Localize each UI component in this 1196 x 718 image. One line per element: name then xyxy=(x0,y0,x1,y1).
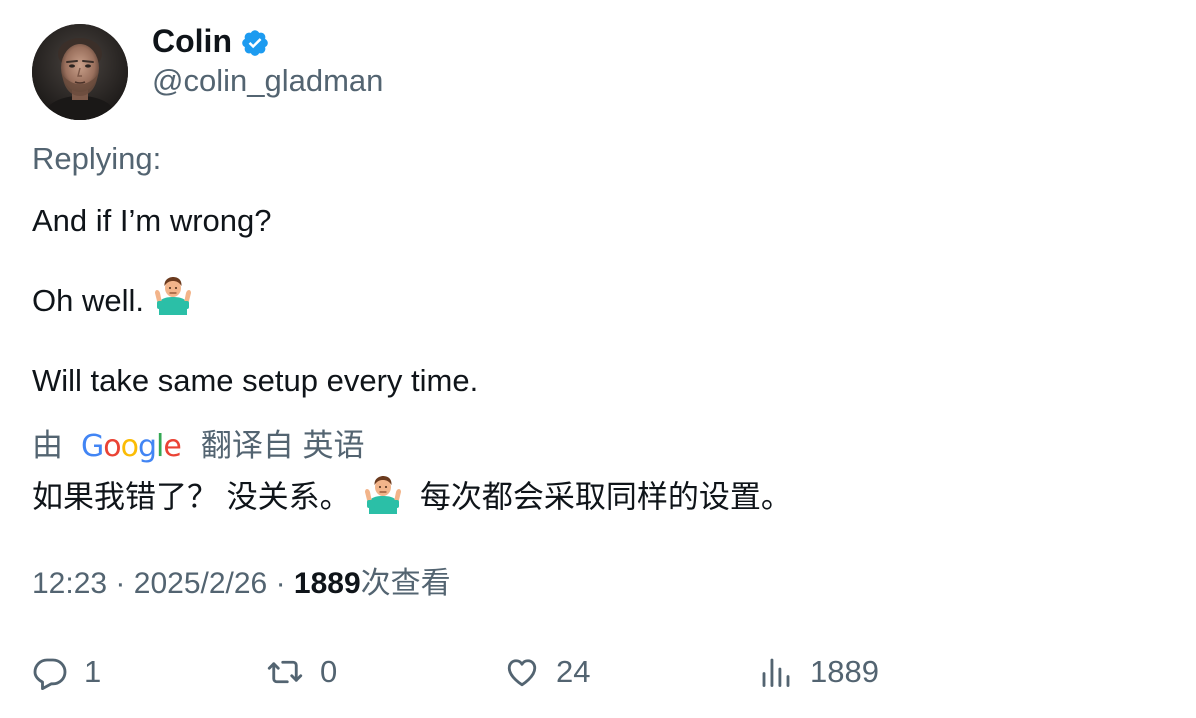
verified-badge-icon xyxy=(240,28,270,58)
author-handle[interactable]: @colin_gladman xyxy=(152,62,383,100)
reply-icon xyxy=(33,658,67,690)
tweet-card: Colin @colin_gladman Replying: And if I’… xyxy=(0,0,1196,718)
translated-text: 如果我错了？ 没关系。 每次都会采取同样的设置。 xyxy=(32,474,792,525)
tweet-text-line-3: Will take same setup every time. xyxy=(32,363,479,398)
tweet-actions: 1 0 24 1889 xyxy=(0,648,1196,696)
tweet-meta: 12:23 · 2025/2/26 · 1889次查看 xyxy=(32,564,451,604)
retweet-icon xyxy=(267,660,303,684)
retweet-count: 0 xyxy=(320,654,338,689)
translated-text-part-1: 如果我错了？ 没关系。 xyxy=(32,479,351,515)
meta-separator: · xyxy=(275,567,286,600)
man-shrugging-emoji-icon xyxy=(153,275,193,325)
tweet-text-line-1: And if I’m wrong? xyxy=(32,203,272,238)
tweet-text-line-2: Oh well. xyxy=(32,277,193,325)
views-count: 1889 xyxy=(293,567,361,600)
translated-by-row: 由 Google 翻译自 英语 xyxy=(32,426,364,466)
views-total: 1889 xyxy=(810,654,879,689)
translated-from-language: 翻译自 英语 xyxy=(200,428,365,463)
avatar[interactable] xyxy=(32,24,128,120)
author-display-name[interactable]: Colin xyxy=(152,22,232,60)
retweet-button[interactable]: 0 xyxy=(266,648,337,696)
like-count: 24 xyxy=(556,654,591,689)
views-button[interactable]: 1889 xyxy=(758,648,879,696)
views-chart-icon xyxy=(762,658,790,687)
author-name-row[interactable]: Colin xyxy=(152,22,270,60)
reply-count: 1 xyxy=(84,654,102,689)
like-button[interactable]: 24 xyxy=(504,648,590,696)
google-logo-icon: Google xyxy=(81,429,182,464)
tweet-date[interactable]: 2025/2/26 xyxy=(134,567,267,600)
tweet-time[interactable]: 12:23 xyxy=(32,567,107,600)
replying-label: Replying: xyxy=(32,141,162,176)
translated-by-prefix: 由 xyxy=(32,428,63,463)
tweet-text-line-2-text: Oh well. xyxy=(32,283,144,319)
man-shrugging-emoji-icon xyxy=(363,474,403,525)
reply-button[interactable]: 1 xyxy=(32,648,101,696)
meta-separator: · xyxy=(115,567,126,600)
translated-text-part-2: 每次都会采取同样的设置。 xyxy=(419,479,792,515)
views-label: 次查看 xyxy=(360,567,451,600)
heart-icon xyxy=(507,659,537,687)
